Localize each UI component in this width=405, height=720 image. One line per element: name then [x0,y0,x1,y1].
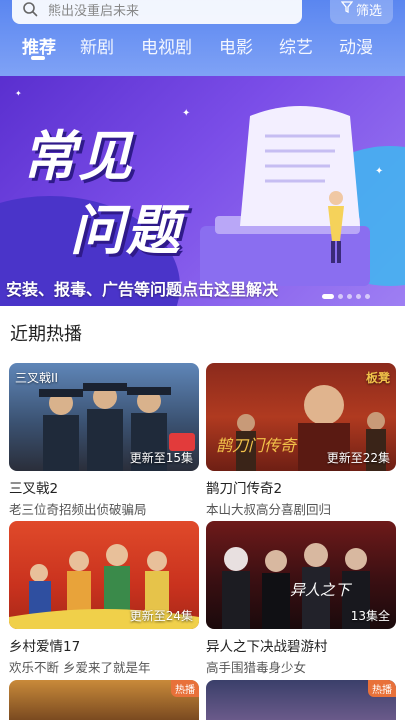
svg-text:鹊刀门传奇: 鹊刀门传奇 [216,436,298,455]
svg-text:✦: ✦ [182,108,190,119]
svg-text:✦: ✦ [375,166,383,177]
show-card[interactable]: 更新至24集 乡村爱情17 欢乐不断 乡爱来了就是年 [9,521,199,676]
banner-illustration: ✦ ✦ ✦ [15,89,383,286]
banner-title-line1: 常见 [22,124,134,188]
tab-variety[interactable]: 综艺 [279,33,313,58]
show-thumbnail: 热播 [9,680,199,720]
tab-anime[interactable]: 动漫 [339,33,373,58]
show-card[interactable]: 鹊刀门传奇 板凳 更新至22集 鹊刀门传奇2 本山大叔高分喜剧回归 [206,363,396,518]
banner-title-line2: 问题 [70,198,182,262]
search-icon [22,1,38,17]
filter-label: 筛选 [355,3,382,19]
tab-movies[interactable]: 电影 [219,33,253,58]
show-subtitle: 本山大叔高分喜剧回归 [206,502,332,517]
carousel-dot [322,294,334,299]
show-title: 鹊刀门传奇2 [206,481,283,497]
show-subtitle: 高手围猎毒身少女 [206,660,307,675]
hot-tag: 热播 [368,680,396,697]
episode-badge: 更新至22集 [326,451,390,465]
search-placeholder: 熊出没重启未来 [48,3,140,19]
show-subtitle: 老三位奇招频出侦破骗局 [9,502,147,517]
show-logo: 板凳 [365,371,390,385]
show-thumbnail: 更新至24集 [9,521,199,629]
tab-recommend[interactable]: 推荐 [22,33,56,58]
show-thumbnail: 鹊刀门传奇 板凳 更新至22集 [206,363,396,471]
show-thumbnail: 异人之下 13集全 [206,521,396,629]
faq-banner[interactable]: ✦ ✦ ✦ 常见 问题 安装、报毒、广告等问题点击这里解决 [0,76,405,306]
carousel-dot [356,294,361,299]
svg-text:✦: ✦ [15,89,22,98]
show-card[interactable]: 异人之下 13集全 异人之下决战碧游村 高手围猎毒身少女 [206,521,396,676]
hot-tag: 热播 [171,680,199,697]
carousel-dot [338,294,343,299]
banner-caption: 安装、报毒、广告等问题点击这里解决 [6,280,279,299]
show-title: 异人之下决战碧游村 [206,639,328,655]
show-card[interactable]: 三叉戟II 更新至15集 三叉戟2 老三位奇招频出侦破骗局 [9,363,199,518]
episode-badge: 更新至24集 [129,609,193,623]
search-bar[interactable]: 熊出没重启未来 [12,0,302,24]
svg-text:异人之下: 异人之下 [290,581,353,599]
active-tab-indicator [31,56,45,60]
episode-badge: 更新至15集 [129,451,193,465]
show-card[interactable]: 热播 [9,680,199,720]
show-card[interactable]: 热播 [206,680,396,720]
top-header: 熊出没重启未来 筛选 推荐 新剧 电视剧 电影 综艺 动漫 [0,0,405,76]
show-corner-title: 三叉戟II [15,371,59,385]
tab-new-drama[interactable]: 新剧 [80,33,114,58]
tab-tv-series[interactable]: 电视剧 [141,33,192,58]
category-tabs: 推荐 新剧 电视剧 电影 综艺 动漫 [0,33,405,61]
show-thumbnail: 三叉戟II 更新至15集 [9,363,199,471]
show-subtitle: 欢乐不断 乡爱来了就是年 [9,660,151,675]
episode-badge: 13集全 [350,609,390,623]
show-thumbnail: 热播 [206,680,396,720]
section-title: 近期热播 [10,324,82,345]
filter-icon [340,1,354,17]
carousel-dot [365,294,370,299]
show-title: 三叉戟2 [9,481,59,497]
carousel-dots [322,294,370,299]
filter-button[interactable]: 筛选 [330,0,393,24]
show-title: 乡村爱情17 [9,639,81,655]
carousel-dot [347,294,352,299]
